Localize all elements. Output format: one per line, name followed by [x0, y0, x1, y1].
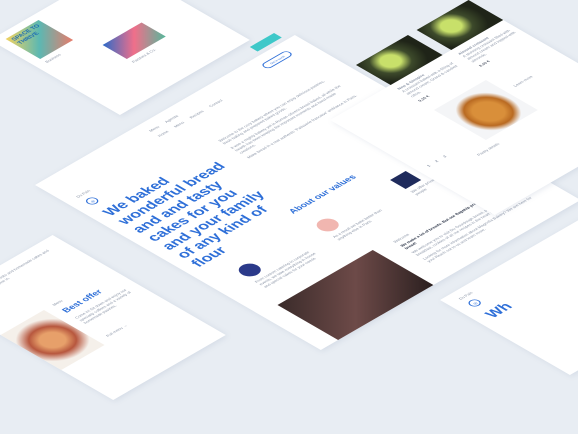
- logo-icon: ◎: [83, 195, 101, 206]
- pager[interactable]: 1 2 3: [425, 153, 450, 167]
- learn-more-link[interactable]: Learn more: [512, 75, 534, 88]
- subnav-contact[interactable]: Contact: [207, 99, 223, 108]
- showcase-canvas: SPACE TO THRIVE Business Pandora & Co. M…: [0, 0, 578, 434]
- nav-menu[interactable]: Menu: [148, 125, 161, 133]
- logo-icon: ◎: [465, 297, 484, 308]
- value-text: As a result we bake better than anything…: [331, 208, 384, 241]
- value-item: As a result we bake better than anything…: [312, 190, 405, 243]
- offer-text: Come in! Sit down and enjoy our specialt…: [73, 288, 133, 325]
- subnav-menu[interactable]: Menu: [172, 121, 185, 129]
- subnav-home[interactable]: Home: [156, 130, 170, 138]
- artwork-image: [102, 22, 166, 59]
- subnav-recipes[interactable]: Recipes: [188, 109, 205, 119]
- croissant-photo: [433, 79, 538, 140]
- sub-nav: Home Menu Recipes Contact: [156, 95, 230, 138]
- pastry-caption: Pastry details: [475, 141, 501, 157]
- offer-label: Menu: [50, 298, 64, 307]
- book-cover-image: SPACE TO THRIVE: [5, 19, 74, 59]
- value-item: From custom catering to corporate events…: [234, 235, 327, 288]
- intro-paragraph: Welcome to the cozy bakery where you can…: [216, 79, 326, 145]
- full-menu-link[interactable]: Full menu →: [105, 324, 129, 338]
- hero-headline: Wh: [481, 300, 517, 321]
- teal-accent-button[interactable]: [249, 33, 282, 52]
- book-title: SPACE TO THRIVE: [10, 23, 43, 46]
- get-in-touch-button[interactable]: Get in touch: [260, 49, 294, 70]
- offer-intro: Fresh coffee drinks and homemade cakes a…: [0, 248, 51, 295]
